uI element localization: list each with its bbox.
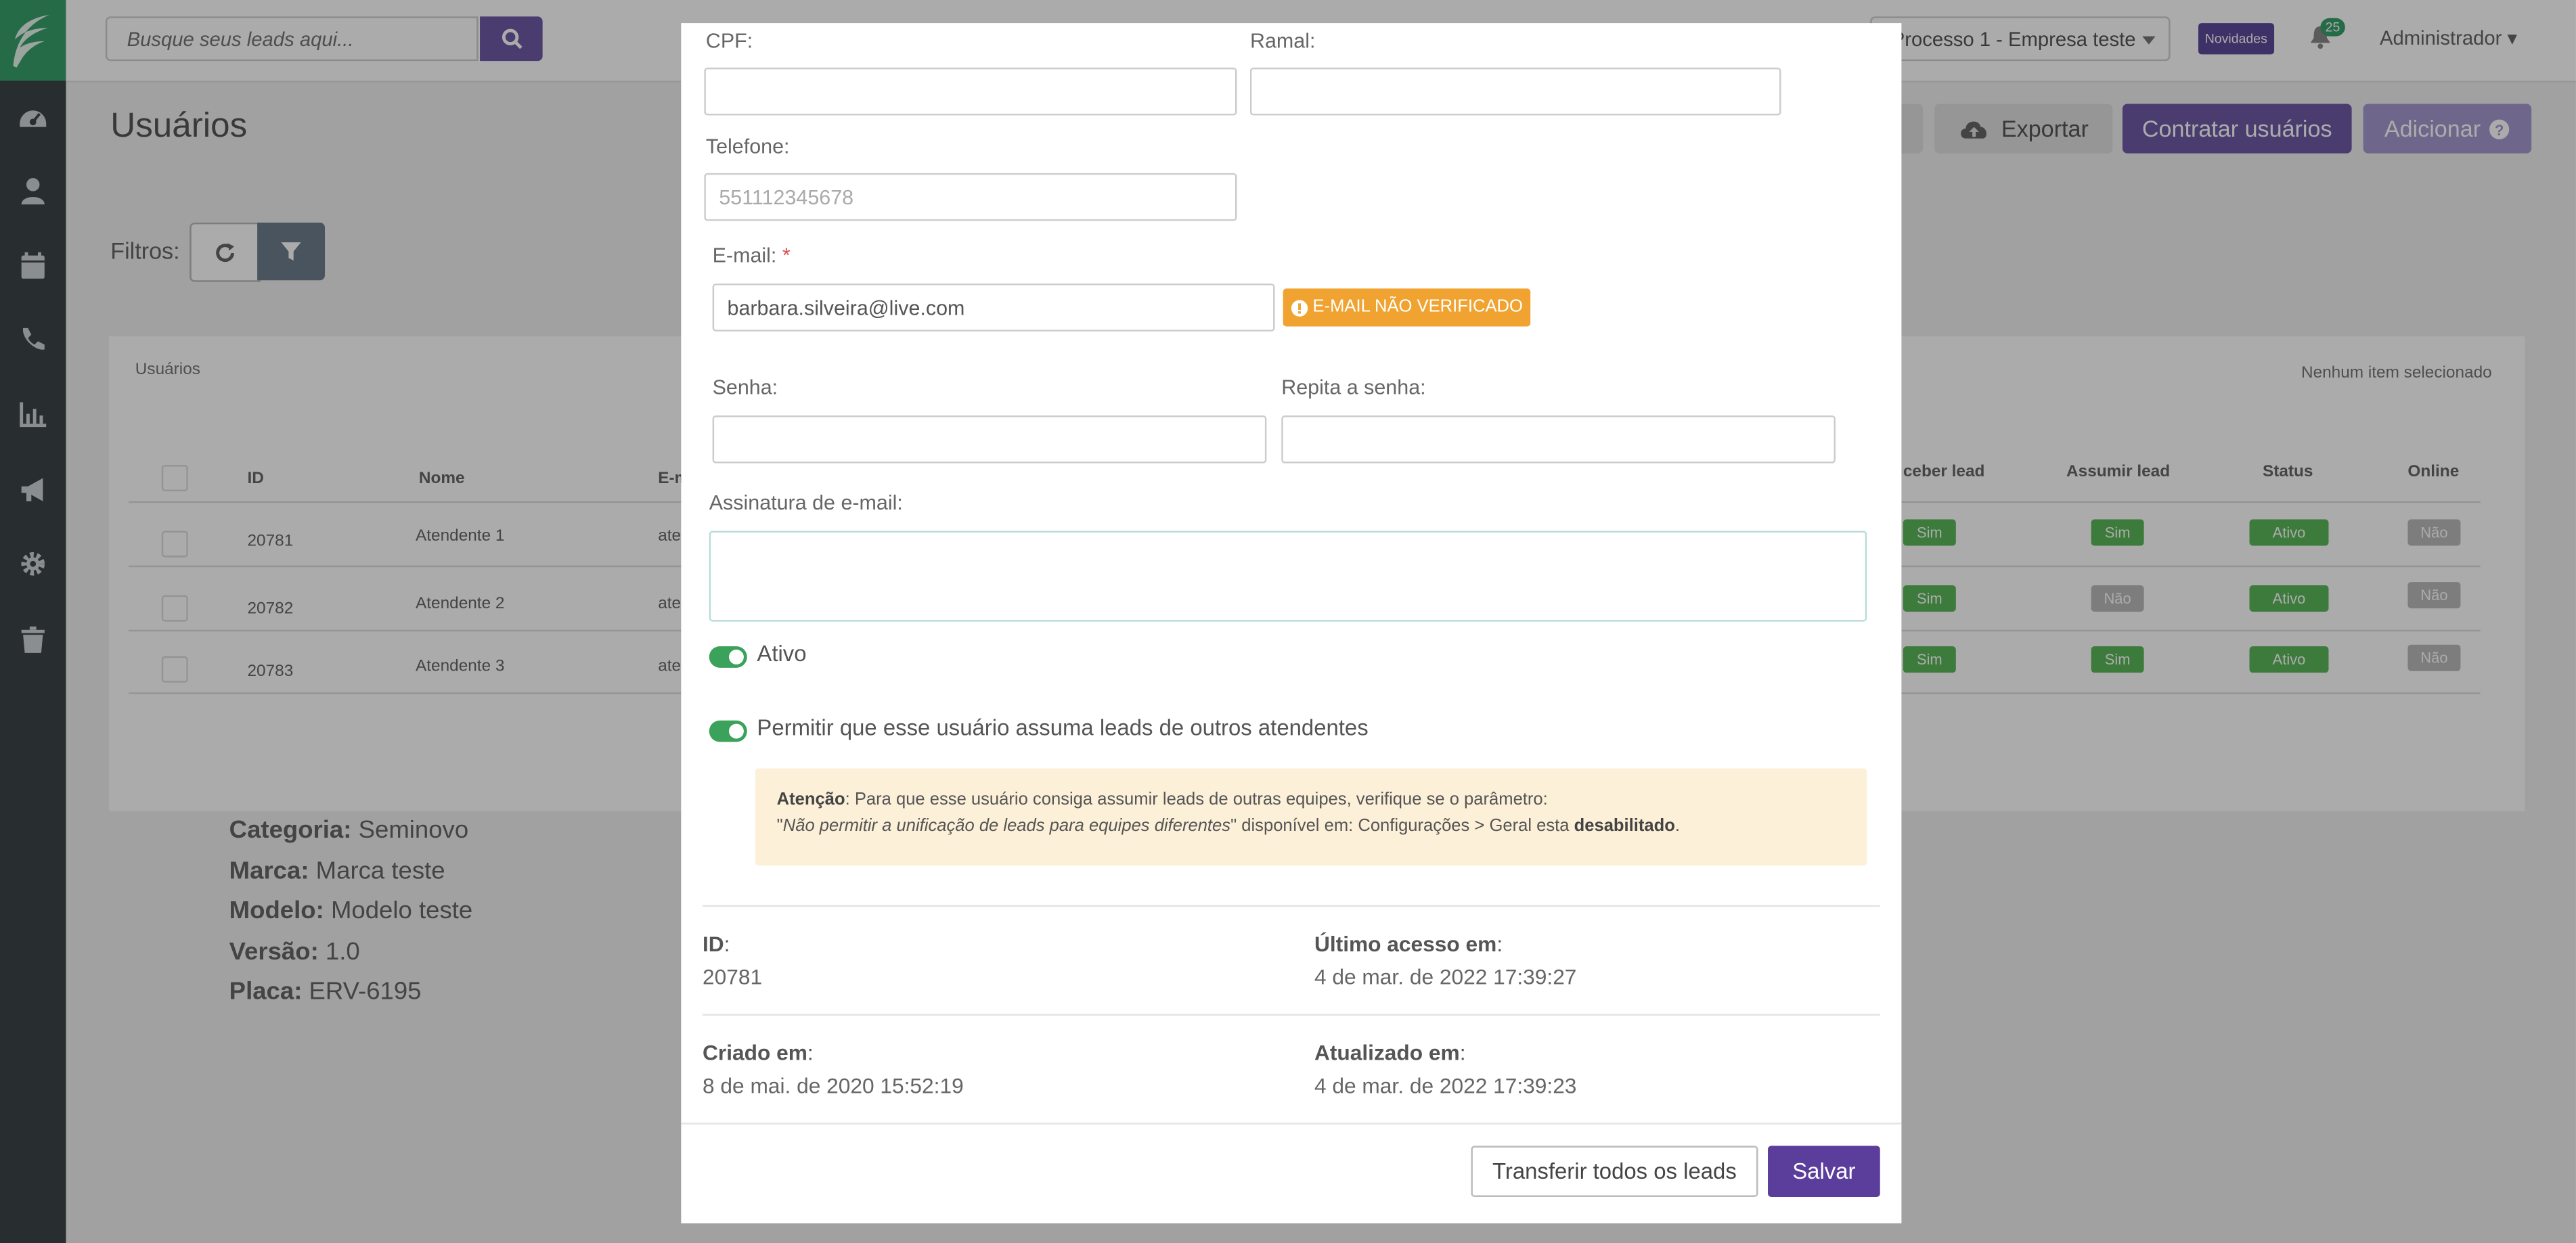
active-toggle-label: Ativo (757, 641, 807, 666)
alert-text: : Para que esse usuário consiga assumir … (845, 790, 1548, 810)
alert-quote: " (776, 815, 783, 836)
id-value: 20781 (702, 964, 763, 989)
footer-divider (681, 1123, 1902, 1125)
attention-alert: Atenção: Para que esse usuário consiga a… (755, 768, 1867, 866)
created-key: Criado em: (703, 1040, 814, 1065)
extension-field[interactable] (1249, 67, 1781, 116)
last-access-key-text: Último acesso em (1314, 931, 1497, 957)
id-key-text: ID (702, 931, 724, 957)
repeat-password-label: Repita a senha: (1281, 376, 1426, 399)
transfer-all-leads-button[interactable]: Transferir todos os leads (1471, 1146, 1758, 1197)
email-field[interactable] (712, 284, 1275, 332)
repeat-password-field[interactable] (1281, 415, 1836, 464)
password-field[interactable] (712, 415, 1267, 464)
divider (702, 1014, 1880, 1016)
alert-line-2: "Não permitir a unificação de leads para… (777, 813, 1846, 839)
email-signature-textarea[interactable] (709, 530, 1867, 622)
updated-value: 4 de mar. de 2022 17:39:23 (1314, 1073, 1577, 1098)
last-access-key: Último acesso em: (1314, 932, 1503, 957)
exclamation-circle-icon (1291, 299, 1308, 316)
extension-label: Ramal: (1249, 29, 1316, 53)
colon: : (1496, 931, 1503, 957)
email-unverified-text: E-MAIL NÃO VERIFICADO (1312, 296, 1523, 317)
alert-end: . (1674, 815, 1681, 836)
alert-parameter: Não permitir a unificação de leads para … (782, 815, 1231, 836)
created-value: 8 de mai. de 2020 15:52:19 (702, 1073, 964, 1098)
phone-label: Telefone: (705, 135, 790, 158)
created-key-text: Criado em (702, 1040, 807, 1066)
email-unverified-badge: E-MAIL NÃO VERIFICADO (1283, 288, 1532, 327)
updated-key-text: Atualizado em (1314, 1040, 1460, 1066)
signature-label: Assinatura de e-mail: (709, 491, 903, 515)
colon: : (807, 1040, 814, 1066)
colon: : (724, 931, 730, 957)
phone-field[interactable] (704, 173, 1237, 221)
screen: Processo 1 - Empresa teste Novidades 25 … (0, 0, 2576, 1243)
last-access-value: 4 de mar. de 2022 17:39:27 (1314, 964, 1577, 989)
cpf-field[interactable] (704, 67, 1237, 116)
colon: : (1459, 1040, 1466, 1066)
id-key: ID: (703, 932, 730, 957)
edit-user-modal: CPF: Ramal: Telefone: E-mail: * E-MAIL N… (681, 23, 1902, 1223)
alert-location: " disponível em: Configurações > Geral e… (1230, 815, 1574, 836)
password-label: Senha: (712, 376, 778, 399)
active-toggle[interactable] (709, 646, 747, 668)
updated-key: Atualizado em: (1314, 1040, 1466, 1065)
alert-title: Atenção (776, 790, 845, 810)
required-marker: * (782, 244, 791, 267)
allow-take-leads-toggle[interactable] (709, 720, 747, 742)
cpf-label: CPF: (705, 29, 753, 53)
email-label: E-mail: * (713, 244, 791, 267)
divider (702, 905, 1880, 907)
alert-state: desabilitado (1574, 815, 1675, 836)
email-label-text: E-mail: (712, 244, 777, 267)
save-button[interactable]: Salvar (1768, 1146, 1880, 1197)
alert-line-1: Atenção: Para que esse usuário consiga a… (777, 788, 1846, 814)
allow-take-leads-label: Permitir que esse usuário assuma leads d… (757, 715, 1369, 741)
